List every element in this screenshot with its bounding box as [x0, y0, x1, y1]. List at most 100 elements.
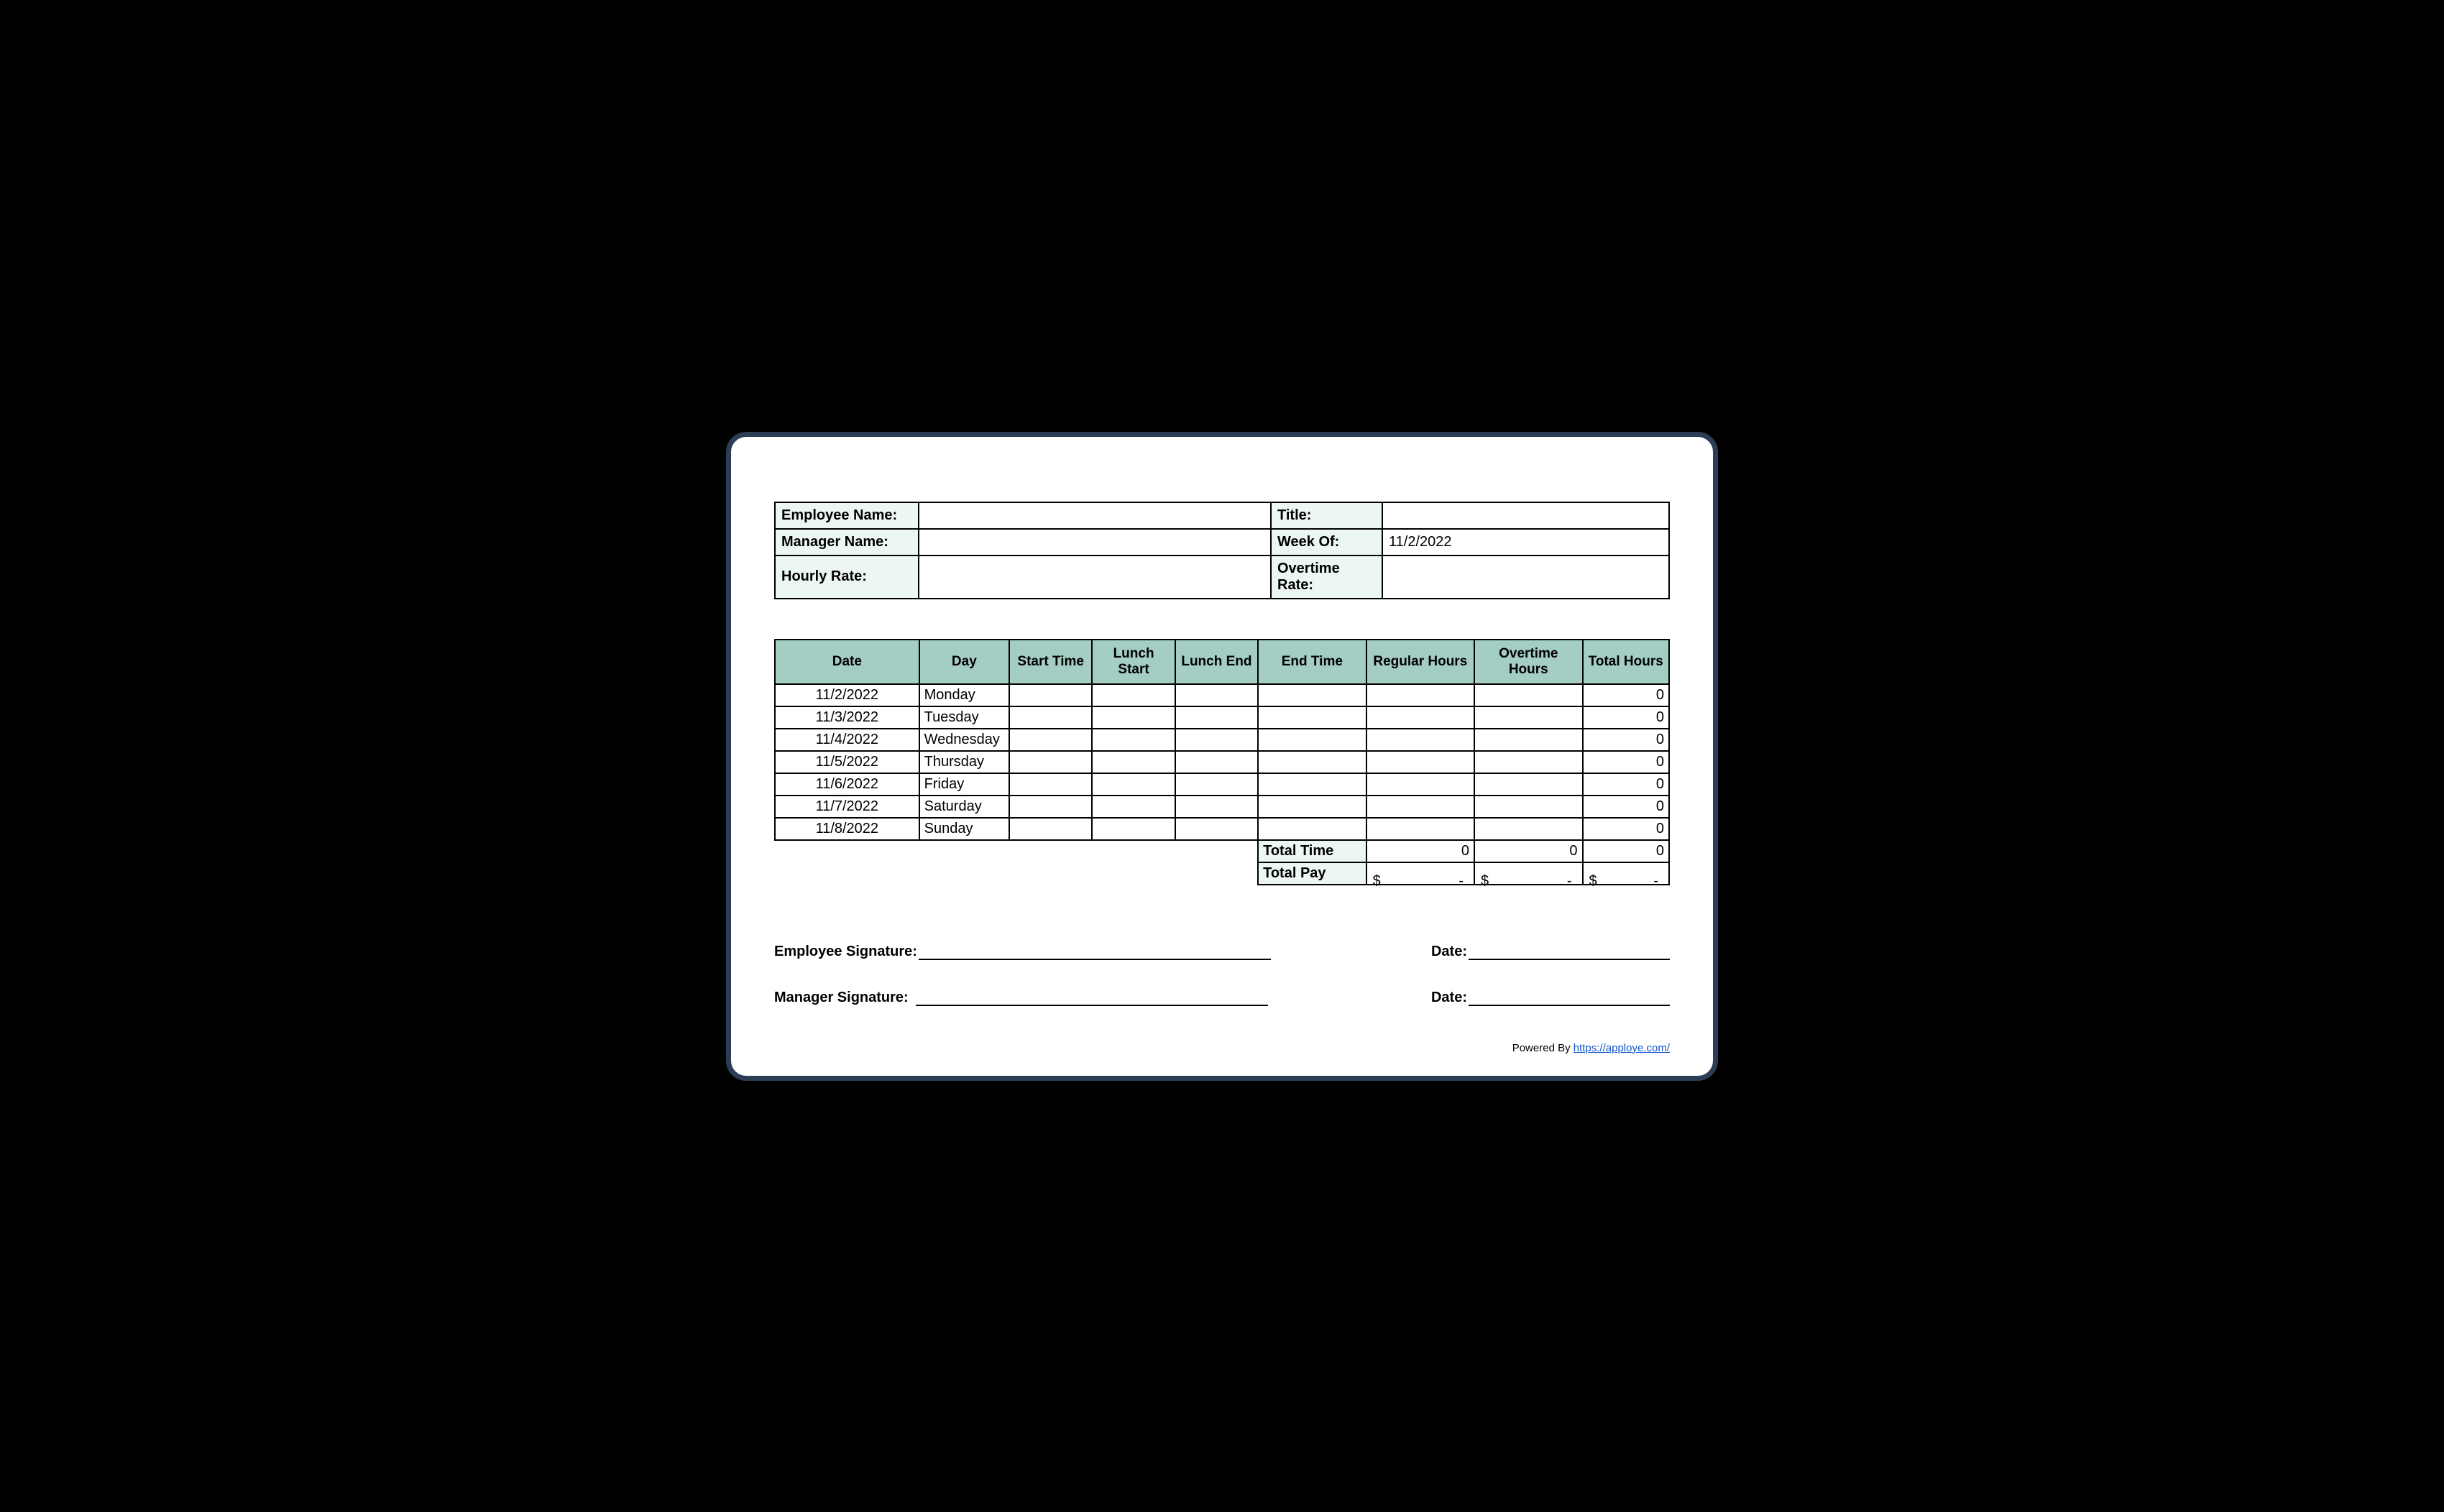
- title-label: Title:: [1271, 502, 1382, 529]
- cell-date: 11/6/2022: [775, 773, 919, 796]
- cell-end-time[interactable]: [1258, 818, 1366, 840]
- table-row: 11/8/2022Sunday0: [775, 818, 1669, 840]
- cell-start-time[interactable]: [1009, 773, 1092, 796]
- week-of-value[interactable]: 11/2/2022: [1382, 529, 1669, 556]
- cell-end-time[interactable]: [1258, 751, 1366, 773]
- hourly-rate-label: Hourly Rate:: [775, 556, 919, 599]
- dash: -: [1567, 873, 1572, 890]
- cell-start-time[interactable]: [1009, 706, 1092, 729]
- cell-date: 11/5/2022: [775, 751, 919, 773]
- header-overtime-hours: Overtime Hours: [1474, 640, 1582, 684]
- cell-overtime-hours[interactable]: [1474, 773, 1582, 796]
- total-time-total: 0: [1583, 840, 1669, 862]
- cell-end-time[interactable]: [1258, 729, 1366, 751]
- table-row: 11/4/2022Wednesday0: [775, 729, 1669, 751]
- cell-regular-hours[interactable]: [1366, 729, 1474, 751]
- header-start-time: Start Time: [1009, 640, 1092, 684]
- overtime-rate-value[interactable]: [1382, 556, 1669, 599]
- header-lunch-start: Lunch Start: [1092, 640, 1175, 684]
- cell-lunch-end[interactable]: [1175, 751, 1258, 773]
- employee-date-label: Date:: [1431, 944, 1467, 960]
- total-time-regular: 0: [1366, 840, 1474, 862]
- cell-start-time[interactable]: [1009, 729, 1092, 751]
- cell-lunch-start[interactable]: [1092, 818, 1175, 840]
- manager-signature-label: Manager Signature:: [774, 990, 909, 1006]
- manager-date-line[interactable]: [1469, 989, 1670, 1006]
- cell-overtime-hours[interactable]: [1474, 751, 1582, 773]
- manager-name-value[interactable]: [919, 529, 1271, 556]
- table-row: 11/7/2022Saturday0: [775, 796, 1669, 818]
- cell-lunch-end[interactable]: [1175, 818, 1258, 840]
- cell-total-hours: 0: [1583, 796, 1669, 818]
- cell-lunch-start[interactable]: [1092, 684, 1175, 706]
- employee-date-line[interactable]: [1469, 943, 1670, 960]
- table-row: 11/2/2022Monday0: [775, 684, 1669, 706]
- cell-lunch-end[interactable]: [1175, 706, 1258, 729]
- cell-lunch-start[interactable]: [1092, 729, 1175, 751]
- table-row: 11/3/2022Tuesday0: [775, 706, 1669, 729]
- cell-start-time[interactable]: [1009, 684, 1092, 706]
- info-row: Manager Name: Week Of: 11/2/2022: [775, 529, 1669, 556]
- cell-lunch-start[interactable]: [1092, 796, 1175, 818]
- cell-lunch-end[interactable]: [1175, 796, 1258, 818]
- cell-start-time[interactable]: [1009, 796, 1092, 818]
- header-regular-hours: Regular Hours: [1366, 640, 1474, 684]
- total-pay-overtime: $ -: [1474, 862, 1582, 885]
- cell-date: 11/3/2022: [775, 706, 919, 729]
- dash: -: [1653, 873, 1658, 890]
- total-pay-row: Total Pay $ - $ - $ -: [775, 862, 1669, 885]
- timesheet-document: Employee Name: Title: Manager Name: Week…: [726, 432, 1718, 1081]
- cell-date: 11/8/2022: [775, 818, 919, 840]
- cell-end-time[interactable]: [1258, 773, 1366, 796]
- header-total-hours: Total Hours: [1583, 640, 1669, 684]
- manager-date-label: Date:: [1431, 990, 1467, 1006]
- total-pay-total: $ -: [1583, 862, 1669, 885]
- dash: -: [1458, 873, 1464, 890]
- cell-end-time[interactable]: [1258, 684, 1366, 706]
- cell-start-time[interactable]: [1009, 751, 1092, 773]
- employee-signature-row: Employee Signature: Date:: [774, 943, 1670, 960]
- cell-overtime-hours[interactable]: [1474, 706, 1582, 729]
- cell-lunch-end[interactable]: [1175, 773, 1258, 796]
- cell-overtime-hours[interactable]: [1474, 818, 1582, 840]
- manager-signature-line[interactable]: [916, 989, 1268, 1006]
- cell-total-hours: 0: [1583, 818, 1669, 840]
- header-row: Date Day Start Time Lunch Start Lunch En…: [775, 640, 1669, 684]
- cell-lunch-start[interactable]: [1092, 751, 1175, 773]
- cell-total-hours: 0: [1583, 706, 1669, 729]
- cell-regular-hours[interactable]: [1366, 706, 1474, 729]
- total-time-label: Total Time: [1258, 840, 1366, 862]
- cell-end-time[interactable]: [1258, 796, 1366, 818]
- header-day: Day: [919, 640, 1009, 684]
- employee-name-value[interactable]: [919, 502, 1271, 529]
- cell-lunch-end[interactable]: [1175, 684, 1258, 706]
- cell-lunch-start[interactable]: [1092, 773, 1175, 796]
- cell-lunch-start[interactable]: [1092, 706, 1175, 729]
- cell-regular-hours[interactable]: [1366, 684, 1474, 706]
- header-end-time: End Time: [1258, 640, 1366, 684]
- cell-day: Monday: [919, 684, 1009, 706]
- header-date: Date: [775, 640, 919, 684]
- hourly-rate-value[interactable]: [919, 556, 1271, 599]
- cell-end-time[interactable]: [1258, 706, 1366, 729]
- cell-overtime-hours[interactable]: [1474, 796, 1582, 818]
- title-value[interactable]: [1382, 502, 1669, 529]
- signature-section: Employee Signature: Date: Manager Signat…: [774, 943, 1670, 1006]
- total-pay-regular: $ -: [1366, 862, 1474, 885]
- total-time-overtime: 0: [1474, 840, 1582, 862]
- employee-signature-line[interactable]: [919, 943, 1271, 960]
- cell-lunch-end[interactable]: [1175, 729, 1258, 751]
- cell-overtime-hours[interactable]: [1474, 684, 1582, 706]
- cell-regular-hours[interactable]: [1366, 773, 1474, 796]
- cell-overtime-hours[interactable]: [1474, 729, 1582, 751]
- footer-link[interactable]: https://apploye.com/: [1574, 1042, 1670, 1054]
- employee-name-label: Employee Name:: [775, 502, 919, 529]
- footer: Powered By https://apploye.com/: [774, 1042, 1670, 1054]
- cell-regular-hours[interactable]: [1366, 751, 1474, 773]
- cell-start-time[interactable]: [1009, 818, 1092, 840]
- manager-signature-row: Manager Signature: Date:: [774, 989, 1670, 1006]
- cell-regular-hours[interactable]: [1366, 796, 1474, 818]
- cell-regular-hours[interactable]: [1366, 818, 1474, 840]
- cell-date: 11/2/2022: [775, 684, 919, 706]
- header-lunch-end: Lunch End: [1175, 640, 1258, 684]
